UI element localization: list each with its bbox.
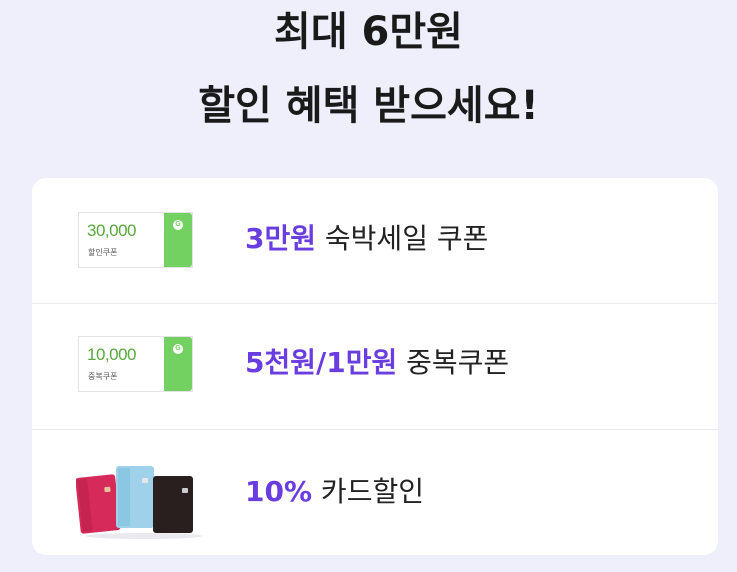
benefits-card: 30,000 할인쿠폰 G 3만원 숙박세일 쿠폰 10,000 중복쿠폰 G … xyxy=(32,178,718,555)
headline-line-1: 최대 6만원 xyxy=(274,9,463,55)
coupon-brand-icon: G xyxy=(173,220,183,230)
coupon-icon: 30,000 할인쿠폰 G xyxy=(78,212,193,268)
benefit-row-card-discount: 10% 카드할인 xyxy=(32,429,718,555)
benefit-row-duplicate-coupon: 10,000 중복쿠폰 G 5천원/1만원 중복쿠폰 xyxy=(32,303,718,429)
coupon-brand-icon: G xyxy=(173,344,183,354)
benefit-text: 중복쿠폰 xyxy=(397,346,510,379)
benefit-label: 5천원/1만원 중복쿠폰 xyxy=(245,346,509,380)
coupon-amount: 30,000 xyxy=(87,221,137,240)
benefit-text: 숙박세일 쿠폰 xyxy=(316,222,489,255)
benefit-text: 카드할인 xyxy=(312,475,424,508)
coupon-caption: 할인쿠폰 xyxy=(88,248,118,257)
benefit-highlight: 5천원/1만원 xyxy=(245,346,398,379)
benefit-row-stay-sale-coupon: 30,000 할인쿠폰 G 3만원 숙박세일 쿠폰 xyxy=(32,178,718,303)
coupon-caption: 중복쿠폰 xyxy=(88,372,118,381)
coupon-amount: 10,000 xyxy=(87,345,137,364)
coupon-stub: G xyxy=(164,337,192,391)
benefit-label: 10% 카드할인 xyxy=(245,475,424,509)
benefit-highlight: 10% xyxy=(245,475,313,508)
headline-line-2: 할인 혜택 받으세요! xyxy=(198,83,539,129)
benefit-label: 3만원 숙박세일 쿠폰 xyxy=(245,222,488,256)
credit-cards-icon xyxy=(76,466,202,539)
coupon-stub: G xyxy=(164,213,192,267)
benefit-highlight: 3만원 xyxy=(245,222,317,255)
coupon-icon: 10,000 중복쿠폰 G xyxy=(78,336,193,392)
